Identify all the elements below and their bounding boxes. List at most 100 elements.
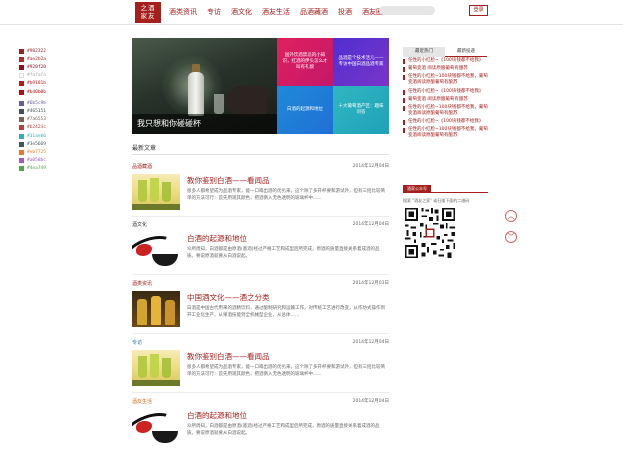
- swatch: #920f20: [19, 63, 46, 71]
- swatch-hex: #31aeb6: [27, 133, 46, 139]
- article-thumbnail[interactable]: [132, 232, 180, 268]
- swatch: #ae2b2a: [19, 55, 46, 63]
- qr-code-icon: [403, 206, 457, 260]
- swatch-color: [19, 150, 24, 156]
- swatch: #b9181b: [19, 80, 46, 88]
- site-logo[interactable]: 之酒 家友: [135, 2, 161, 23]
- swatch-hex: #b40b0b: [27, 89, 46, 95]
- featured-banner: 我只想和你碰碰杯 国外饮酒禁忌的小知识，红酒的伊头怎么才叫有礼貌 品酒是个技术活…: [132, 38, 389, 134]
- list-item-text: 任性的小红脸~《100块钱都不给我》: [408, 119, 484, 125]
- article-item: 酒文化 2014年12月04日 白酒的起源和地位 众所周知，白酒都是由原酒(基酒…: [132, 221, 389, 278]
- tab-newest[interactable]: 最新投递: [445, 47, 487, 57]
- latest-articles-heading: 最新文章: [132, 145, 157, 152]
- banner-tile-4[interactable]: 十大葡萄酒产区：趣味问答: [333, 86, 389, 134]
- swatch: #7a6553: [19, 116, 46, 124]
- page: 之酒 家友 酒类资讯 专访 酒文化 酒友生活 品酒藏酒 投酒 酒友圈 登录 #9…: [0, 0, 623, 455]
- article-category[interactable]: 酒友生活: [132, 398, 152, 405]
- article-title[interactable]: 中国酒文化——酒之分类: [187, 292, 270, 303]
- latest-divider: [132, 154, 389, 155]
- article-divider: [132, 333, 389, 334]
- article-thumbnail[interactable]: [132, 350, 180, 386]
- article-title[interactable]: 教你鉴别白酒——看闻品: [187, 175, 270, 186]
- article-excerpt: 白酒是中国古代用来的酒精饮料，通过酿制研究和运输工作，对传统工艺进行改变，从作坊…: [187, 306, 385, 318]
- article-item: 酒友生活 2014年12月04日 白酒的起源和地位 众所周知，白酒都是由原酒(基…: [132, 398, 389, 455]
- nav-item-news[interactable]: 酒类资讯: [169, 7, 197, 17]
- article-title[interactable]: 教你鉴别白酒——看闻品: [187, 351, 270, 362]
- article-excerpt: 众所周知，白酒都是由原酒(基酒)经过严格工艺和成型后所完成，原酒的质量直接关系着…: [187, 247, 380, 259]
- list-item[interactable]: 任性的小红脸~《100块钱都不给我》: [403, 119, 488, 126]
- swatch-hex: #eb7725: [27, 150, 46, 156]
- swatch-color: [19, 133, 24, 139]
- login-button[interactable]: 登录: [469, 5, 488, 16]
- banner-tile-1[interactable]: 国外饮酒禁忌的小知识，红酒的伊头怎么才叫有礼貌: [277, 38, 333, 86]
- article-category[interactable]: 专访: [132, 339, 142, 346]
- list-item-text: 任性的小红脸~《100块钱都不给我》: [408, 58, 484, 63]
- tab-hot[interactable]: 最近热门: [403, 47, 445, 57]
- list-item[interactable]: 任性的小红脸~《100块钱都不给我》: [403, 58, 488, 64]
- swatch: #a058bc: [19, 157, 46, 165]
- banner-tile-3[interactable]: 白酒的起源和地位: [277, 86, 333, 134]
- swatch: #4ea749: [19, 165, 46, 173]
- nav-item-culture[interactable]: 酒文化: [231, 7, 252, 17]
- swatch-hex: #3e5669: [27, 141, 46, 147]
- search-input[interactable]: [379, 6, 435, 15]
- banner-main-slide[interactable]: 我只想和你碰碰杯: [132, 38, 277, 134]
- swatch: #b40b0b: [19, 88, 46, 96]
- qr-section-label: 酒家公众号: [403, 185, 431, 192]
- color-swatch-list: #982322 #ae2b2a #920f20 #fafafa #b9181b …: [19, 47, 46, 173]
- nav-item-life[interactable]: 酒友生活: [262, 7, 290, 17]
- article-date: 2014年12月04日: [352, 340, 389, 345]
- swatch-color: [19, 158, 24, 164]
- scroll-up-button[interactable]: ︿: [505, 210, 517, 222]
- list-item-text: 任性的小红脸~《100块钱都不给我》: [408, 88, 484, 94]
- header-divider: [0, 24, 623, 25]
- article-category[interactable]: 酒类资讯: [132, 280, 152, 287]
- article-thumbnail[interactable]: [132, 291, 180, 327]
- article-date: 2014年12月04日: [352, 164, 389, 169]
- article-excerpt: 很多人都希望成为品酒专家，能一口喝出酒的优劣来，这个除了多开杯要和游试外，但有三…: [187, 189, 385, 201]
- list-item[interactable]: 任性的小红脸~100块钱都不给我，葡萄变酒阅读原酿葡萄有酿苏: [403, 127, 488, 139]
- article-thumbnail[interactable]: [132, 174, 180, 210]
- article-category[interactable]: 品酒藏酒: [132, 163, 152, 170]
- logo-line-1: 之酒: [140, 4, 156, 12]
- swatch-color: [19, 100, 24, 106]
- list-item-text: 任性的小红脸~100块钱都不给我，葡萄变酒阅读原酿葡萄有酿苏: [408, 127, 488, 139]
- swatch-hex: #982322: [27, 48, 46, 54]
- list-item-text: 葡萄变酒 阅读原酿葡萄有酿苏: [408, 96, 468, 102]
- article-divider: [132, 392, 389, 393]
- article-category[interactable]: 酒文化: [132, 221, 147, 228]
- swatch: #6b5c9b: [19, 99, 46, 107]
- swatch-color: [19, 125, 24, 131]
- article-divider: [132, 216, 389, 217]
- article-excerpt: 众所周知，白酒都是由原酒(基酒)经过严格工艺和成型后所完成，原酒的质量直接关系着…: [187, 424, 380, 436]
- swatch-color: [19, 89, 24, 95]
- list-item[interactable]: 任性的小红脸~《100块钱都不给我》: [403, 89, 488, 95]
- swatch: #b2423c: [19, 124, 46, 132]
- article-item: 品酒藏酒 2014年12月04日 教你鉴别白酒——看闻品 很多人都希望成为品酒专…: [132, 163, 389, 220]
- swatch: #982322: [19, 47, 46, 55]
- swatch-color: [19, 81, 24, 87]
- list-item[interactable]: 任性的小红脸~100块钱都不给我，葡萄变酒阅读原酿葡萄有酿苏: [403, 74, 488, 86]
- article-item: 酒类资讯 2014年12月03日 中国酒文化——酒之分类 白酒是中国古代用来的酒…: [132, 280, 389, 337]
- swatch-hex: #7a6553: [27, 117, 46, 123]
- nav-item-collection[interactable]: 品酒藏酒: [300, 7, 328, 17]
- bottle-image: [188, 72, 204, 116]
- list-item[interactable]: 任性的小红脸~100块钱都不给我，葡萄变酒阅读原酿葡萄有酿苏: [403, 105, 488, 117]
- logo-line-2: 家友: [140, 12, 156, 20]
- list-item[interactable]: 葡萄变酒 阅读原酿葡萄有酿苏: [403, 97, 488, 103]
- swatch: #fafafa: [19, 72, 46, 80]
- article-thumbnail[interactable]: [132, 409, 180, 445]
- nav-item-submit[interactable]: 投酒: [338, 7, 352, 17]
- scroll-down-button[interactable]: ﹀: [505, 231, 517, 243]
- swatch-hex: #a058bc: [27, 158, 46, 164]
- list-item-text: 任性的小红脸~100块钱都不给我，葡萄变酒阅读原酿葡萄有酿苏: [408, 74, 488, 86]
- nav-item-interview[interactable]: 专访: [207, 7, 221, 17]
- article-title[interactable]: 白酒的起源和地位: [187, 233, 247, 244]
- article-divider: [132, 274, 389, 275]
- swatch: #465151: [19, 108, 46, 116]
- qr-divider: [403, 192, 488, 193]
- banner-tile-2[interactable]: 品酒是个技术活儿——专访中国白酒品酒专家: [333, 38, 389, 86]
- list-item[interactable]: 葡萄变酒 阅读原酿葡萄有酿苏: [403, 66, 488, 73]
- article-date: 2014年12月04日: [352, 222, 389, 227]
- article-title[interactable]: 白酒的起源和地位: [187, 410, 247, 421]
